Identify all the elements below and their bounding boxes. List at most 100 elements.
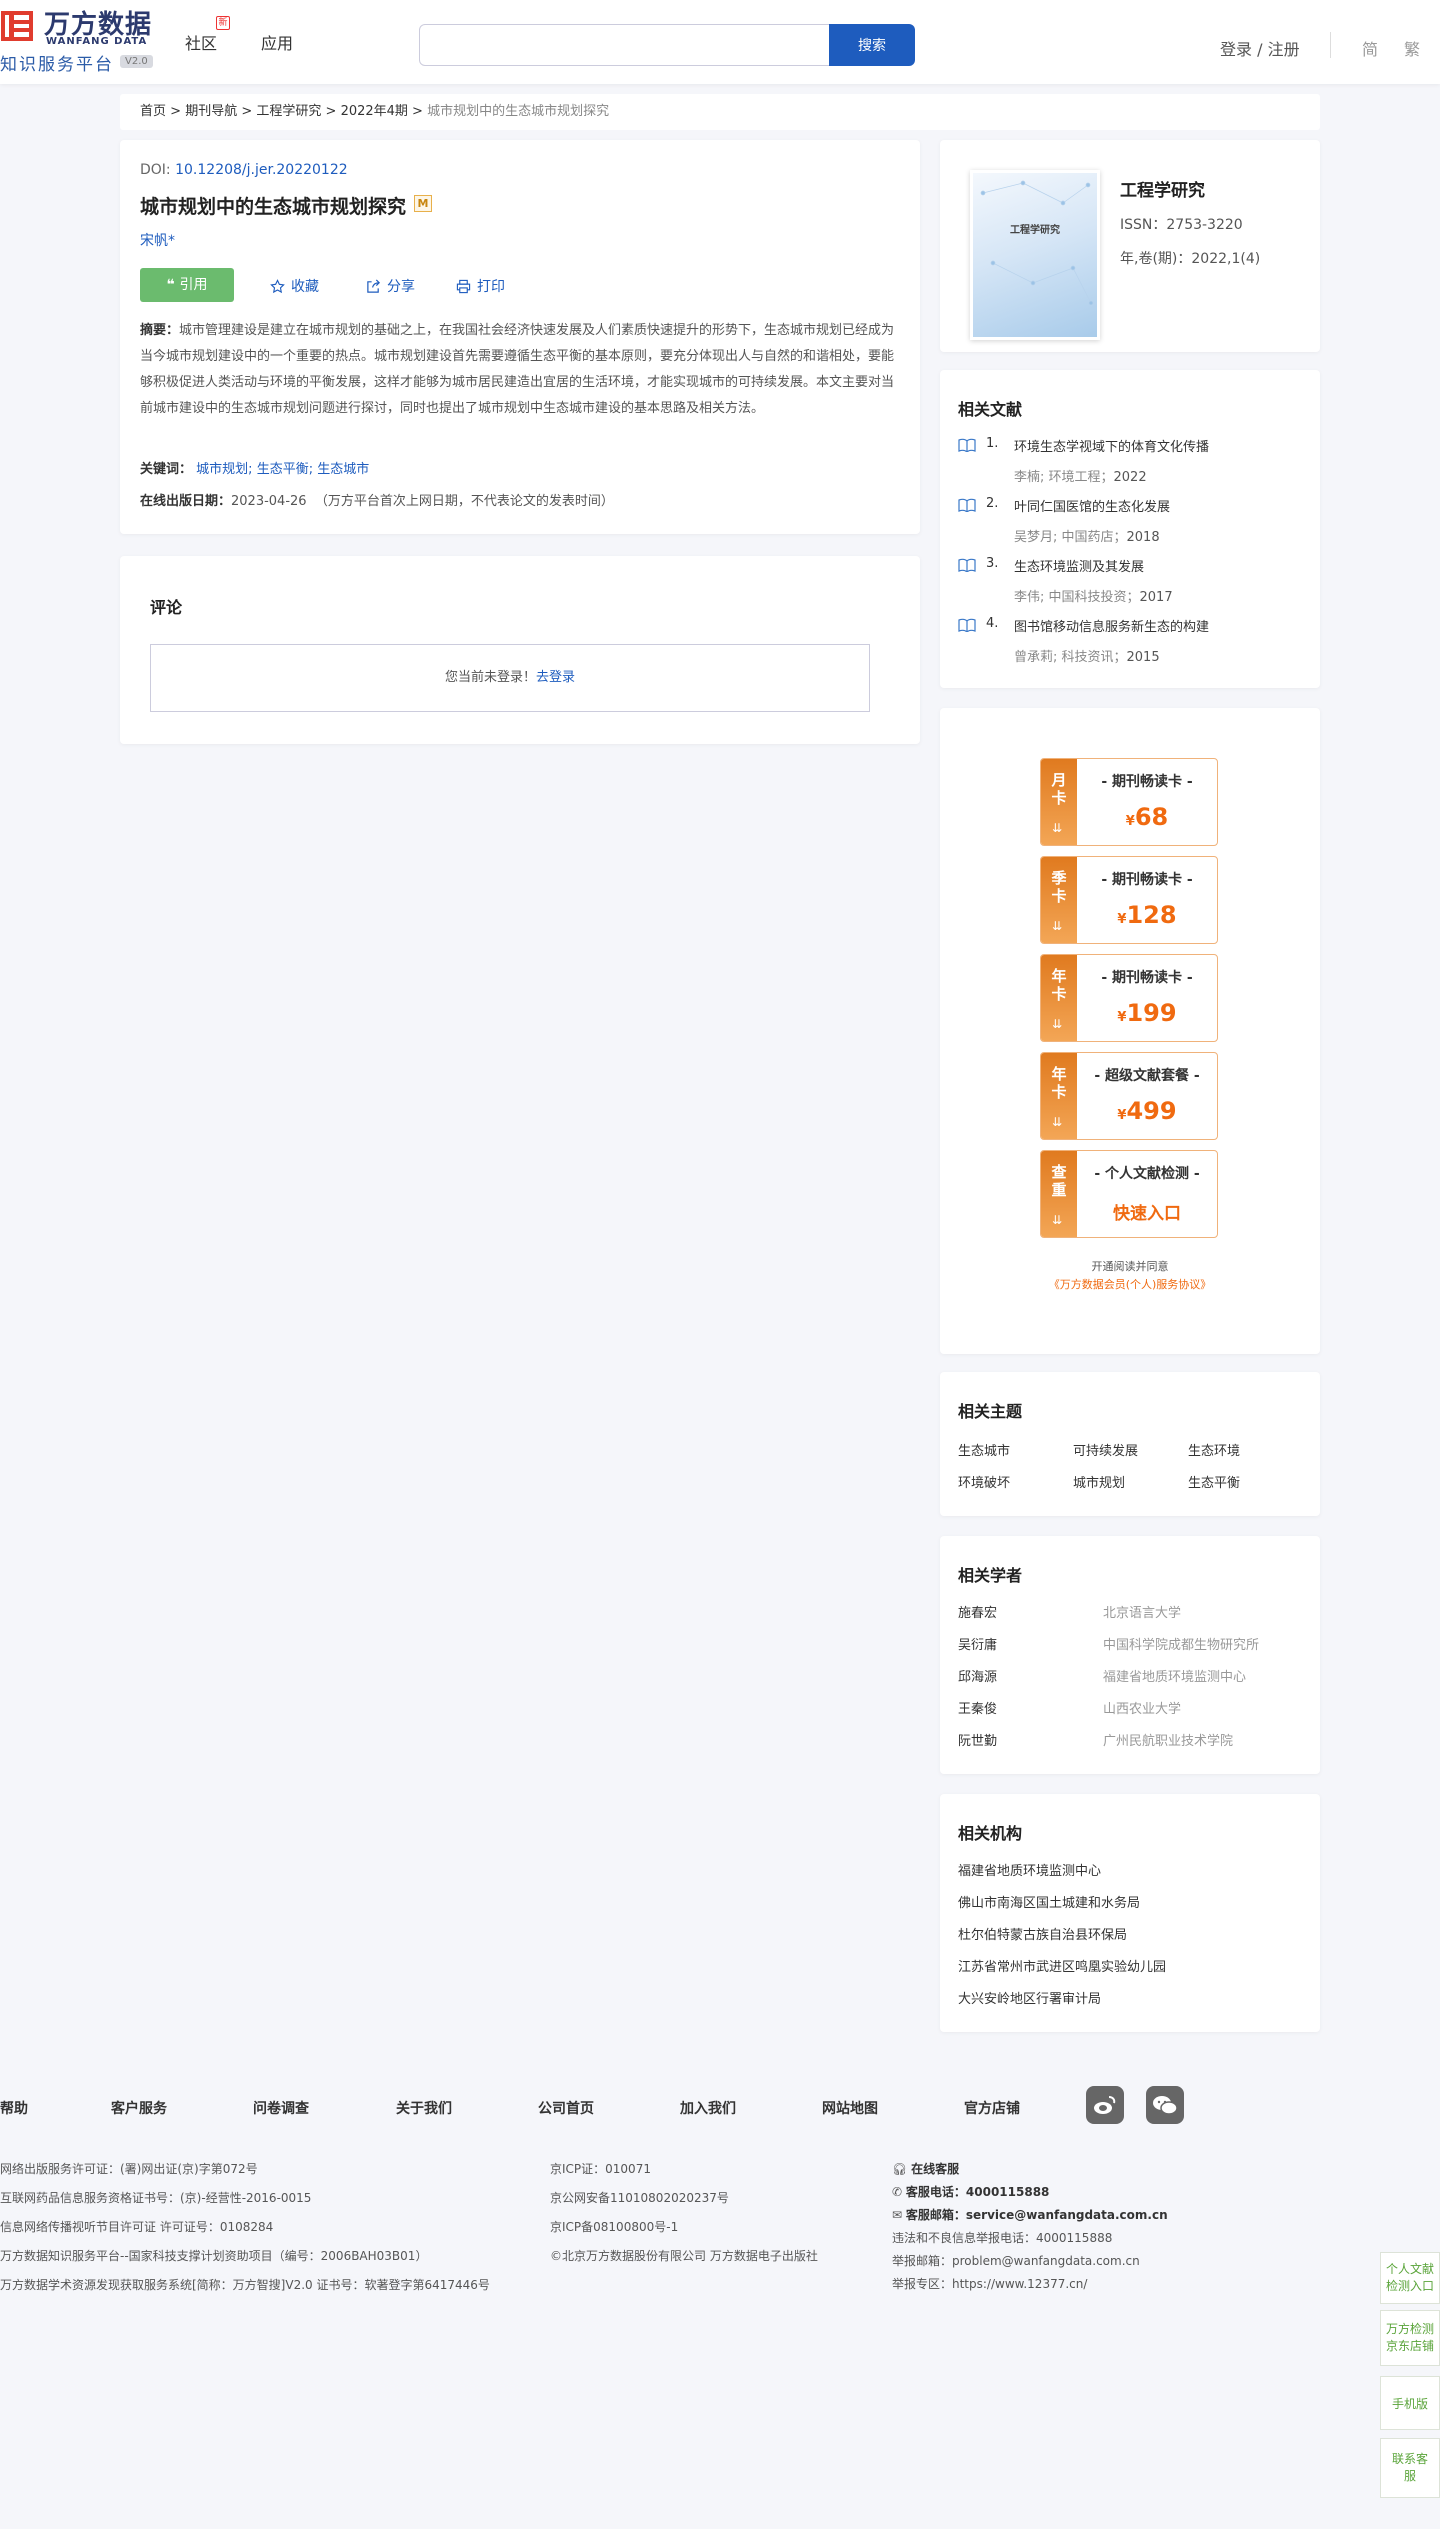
print-button[interactable]: 打印 xyxy=(456,276,505,296)
breadcrumb-home[interactable]: 首页 xyxy=(140,104,166,119)
footer-license: 万方数据知识服务平台--国家科技支撑计划资助项目（编号：2006BAH03B01… xyxy=(0,2249,428,2263)
promo-name: - 个人文献检测 - xyxy=(1094,1166,1200,1182)
institution-link[interactable]: 大兴安岭地区行署审计局 xyxy=(958,1988,1101,2007)
topic-link[interactable]: 城市规划 xyxy=(1073,1472,1125,1491)
login-register-link[interactable]: 登录 / 注册 xyxy=(1220,36,1300,60)
breadcrumb-issue[interactable]: 2022年4期 xyxy=(341,104,408,119)
keyword-link[interactable]: 城市规划 xyxy=(196,462,248,477)
promo-tag: 季卡 ⇊ xyxy=(1041,857,1077,943)
breadcrumb-journal-nav[interactable]: 期刊导航 xyxy=(185,104,237,119)
keyword-link[interactable]: 生态平衡 xyxy=(257,462,309,477)
headset-icon: 🎧︎ xyxy=(892,2162,912,2176)
price-value: 499 xyxy=(1126,1097,1177,1125)
share-button[interactable]: 分享 xyxy=(366,276,415,296)
scholar-org[interactable]: 福建省地质环境监测中心 xyxy=(1103,1666,1246,1685)
footer-icp[interactable]: 京ICP备08100800号-1 xyxy=(550,2218,678,2235)
topic-link[interactable]: 生态城市 xyxy=(958,1440,1010,1459)
search-button[interactable]: 搜索 xyxy=(829,24,915,66)
float-contact-service[interactable]: 联系客服 xyxy=(1380,2438,1440,2498)
promo-tag: 年卡 ⇊ xyxy=(1041,1053,1077,1139)
pubdate-value: 2023-04-26 xyxy=(231,494,307,509)
wanfang-logo-icon[interactable] xyxy=(0,8,36,44)
pubdate-note: （万方平台首次上网日期，不代表论文的发表时间） xyxy=(314,494,614,509)
report-zone[interactable]: 举报专区：https://www.12377.cn/ xyxy=(892,2275,1087,2292)
book-icon xyxy=(958,618,976,632)
lang-traditional[interactable]: 繁 xyxy=(1404,36,1420,60)
institution-link[interactable]: 福建省地质环境监测中心 xyxy=(958,1860,1101,1879)
scholar-name[interactable]: 阮世勤 xyxy=(958,1730,997,1749)
email-value[interactable]: service@wanfangdata.com.cn xyxy=(966,2208,1168,2222)
weibo-icon[interactable] xyxy=(1086,2086,1124,2124)
service-agreement-link[interactable]: 《万方数据会员(个人)服务协议》 xyxy=(940,1276,1320,1292)
footer-join-us[interactable]: 加入我们 xyxy=(680,2098,736,2118)
literature-title[interactable]: 环境生态学视域下的体育文化传播 xyxy=(1014,436,1209,455)
nav-apps[interactable]: 应用 xyxy=(261,30,293,54)
literature-authors: 李伟; 中国科技投资； xyxy=(1014,590,1140,605)
literature-title[interactable]: 图书馆移动信息服务新生态的构建 xyxy=(1014,616,1209,635)
topic-link[interactable]: 可持续发展 xyxy=(1073,1440,1138,1459)
footer-icp[interactable]: 京公网安备11010802020237号 xyxy=(550,2189,729,2206)
promo-yearly-card[interactable]: 年卡 ⇊ - 期刊畅读卡 - ¥199 xyxy=(1040,954,1218,1042)
float-jd-store[interactable]: 万方检测京东店铺 xyxy=(1380,2310,1440,2366)
scholar-name[interactable]: 邱海源 xyxy=(958,1666,997,1685)
promo-price: ¥68 xyxy=(1077,803,1217,831)
promo-super-package-card[interactable]: 年卡 ⇊ - 超级文献套餐 - ¥499 xyxy=(1040,1052,1218,1140)
footer-company-home[interactable]: 公司首页 xyxy=(538,2098,594,2118)
float-mobile-version[interactable]: 手机版 xyxy=(1380,2376,1440,2430)
membership-promo-card: 月卡 ⇊ - 期刊畅读卡 - ¥68 季卡 ⇊ - 期刊畅读卡 - ¥128 年卡 ⇊… xyxy=(940,708,1320,1354)
promo-tag-char: 年 xyxy=(1051,967,1067,985)
search-input[interactable] xyxy=(419,24,831,66)
scholar-name[interactable]: 王秦俊 xyxy=(958,1698,997,1717)
promo-quarterly-card[interactable]: 季卡 ⇊ - 期刊畅读卡 - ¥128 xyxy=(1040,856,1218,944)
promo-tag: 月卡 ⇊ xyxy=(1041,759,1077,845)
institution-link[interactable]: 江苏省常州市武进区鸣凰实验幼儿园 xyxy=(958,1956,1166,1975)
promo-monthly-card[interactable]: 月卡 ⇊ - 期刊畅读卡 - ¥68 xyxy=(1040,758,1218,846)
collect-button[interactable]: 收藏 xyxy=(270,276,319,296)
scholar-org[interactable]: 广州民航职业技术学院 xyxy=(1103,1730,1233,1749)
literature-title[interactable]: 叶同仁国医馆的生态化发展 xyxy=(1014,496,1170,515)
quick-entry-link[interactable]: 快速入口 xyxy=(1077,1199,1217,1224)
footer-icp[interactable]: 京ICP证：010071 xyxy=(550,2160,651,2177)
literature-number: 3. xyxy=(986,556,999,571)
scholar-org[interactable]: 山西农业大学 xyxy=(1103,1698,1181,1717)
comment-login-prompt: 您当前未登录！去登录 xyxy=(150,644,870,712)
footer-official-store[interactable]: 官方店铺 xyxy=(964,2098,1020,2118)
topic-link[interactable]: 生态环境 xyxy=(1188,1440,1240,1459)
journal-name[interactable]: 工程学研究 xyxy=(1120,176,1205,201)
wechat-icon[interactable] xyxy=(1146,2086,1184,2124)
nav-community[interactable]: 社区 xyxy=(185,30,217,54)
author-link[interactable]: 宋帆* xyxy=(140,230,175,250)
promo-name: - 超级文献套餐 - xyxy=(1094,1068,1200,1084)
promo-plagiarism-check-card[interactable]: 查重 ⇊ - 个人文献检测 - 快速入口 xyxy=(1040,1150,1218,1238)
related-institutions-card: 相关机构 福建省地质环境监测中心 佛山市南海区国土城建和水务局 杜尔伯特蒙古族自… xyxy=(940,1794,1320,2032)
abstract-text: 城市管理建设是建立在城市规划的基础之上，在我国社会经济快速发展及人们素质快速提升… xyxy=(140,323,895,416)
footer-sitemap[interactable]: 网站地图 xyxy=(822,2098,878,2118)
breadcrumb-journal[interactable]: 工程学研究 xyxy=(256,104,321,119)
footer-help[interactable]: 帮助 xyxy=(0,2098,28,2118)
literature-title[interactable]: 生态环境监测及其发展 xyxy=(1014,556,1144,575)
topic-link[interactable]: 环境破坏 xyxy=(958,1472,1010,1491)
cite-button[interactable]: ❝ 引用 xyxy=(140,268,234,302)
doi-label: DOI: xyxy=(140,162,176,178)
footer-customer-service[interactable]: 客户服务 xyxy=(111,2098,167,2118)
scholar-org[interactable]: 北京语言大学 xyxy=(1103,1602,1181,1621)
breadcrumb: 首页 > 期刊导航 > 工程学研究 > 2022年4期 > 城市规划中的生态城市… xyxy=(120,94,1320,130)
institution-link[interactable]: 杜尔伯特蒙古族自治县环保局 xyxy=(958,1924,1127,1943)
go-login-link[interactable]: 去登录 xyxy=(536,670,575,685)
promo-tag-char: 重 xyxy=(1051,1181,1067,1199)
topic-link[interactable]: 生态平衡 xyxy=(1188,1472,1240,1491)
institution-link[interactable]: 佛山市南海区国土城建和水务局 xyxy=(958,1892,1140,1911)
scholar-name[interactable]: 施春宏 xyxy=(958,1602,997,1621)
keyword-link[interactable]: 生态城市 xyxy=(317,462,369,477)
float-plagiarism-entry[interactable]: 个人文献检测入口 xyxy=(1380,2252,1440,2304)
footer-about[interactable]: 关于我们 xyxy=(396,2098,452,2118)
doi-link[interactable]: 10.12208/j.jer.20220122 xyxy=(175,162,348,178)
promo-tag-char: 卡 xyxy=(1051,887,1067,905)
scholar-org[interactable]: 中国科学院成都生物研究所 xyxy=(1103,1634,1259,1653)
journal-cover[interactable]: 工程学研究 xyxy=(970,170,1100,340)
scholar-name[interactable]: 吴衍庸 xyxy=(958,1634,997,1653)
footer-survey[interactable]: 问卷调查 xyxy=(253,2098,309,2118)
article-title: 城市规划中的生态城市规划探究 xyxy=(140,196,407,218)
lang-simplified[interactable]: 简 xyxy=(1362,36,1378,60)
online-service[interactable]: 🎧︎ 在线客服 xyxy=(892,2160,959,2177)
